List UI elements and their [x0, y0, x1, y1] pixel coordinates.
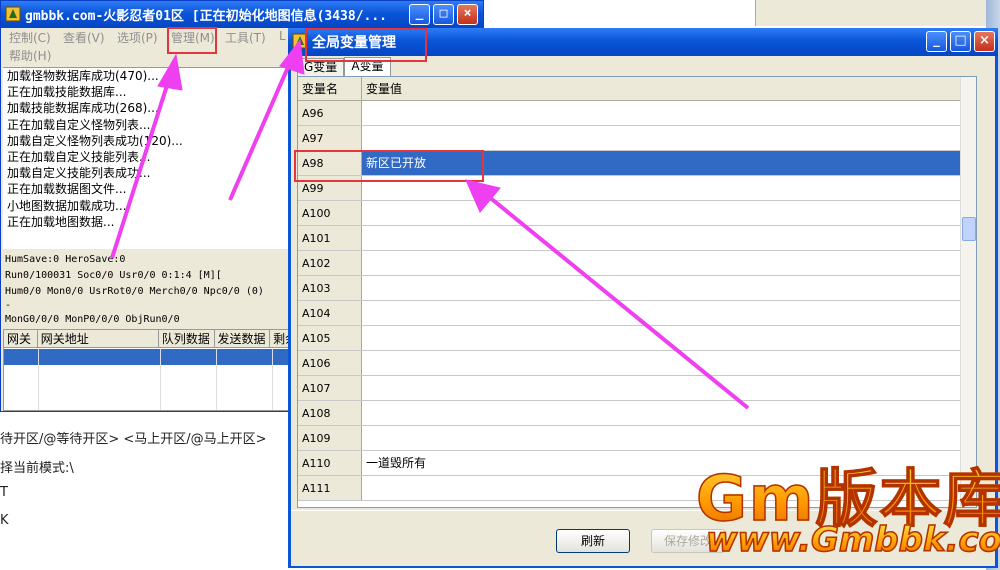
- background-text-line: 择当前模式:\: [0, 461, 74, 476]
- log-line: 正在加载自定义技能列表...: [7, 149, 151, 164]
- main-window-titlebar[interactable]: gmbbk.com-火影忍者01区 [正在初始化地图信息(3438/... _ …: [1, 1, 483, 28]
- row-name: A103: [298, 276, 362, 300]
- row-name: A104: [298, 301, 362, 325]
- gateway-col-header[interactable]: 网关地址: [38, 330, 159, 347]
- row-value[interactable]: [362, 126, 976, 150]
- row-name: A106: [298, 351, 362, 375]
- status-line: Run0/100031 Soc0/0 Usr0/0 0:1:4 [M][: [5, 270, 222, 281]
- menu-help[interactable]: 帮助(H): [9, 47, 51, 64]
- row-name: A109: [298, 426, 362, 450]
- background-text-line: T: [0, 485, 8, 500]
- table-row[interactable]: A106: [298, 351, 976, 376]
- maximize-button[interactable]: □: [433, 4, 454, 25]
- close-button[interactable]: ×: [974, 31, 995, 52]
- maximize-button[interactable]: □: [950, 31, 971, 52]
- gateway-col-header[interactable]: 网关: [4, 330, 38, 347]
- status-pane: HumSave:0 HeroSave:0 Run0/100031 Soc0/0 …: [3, 251, 293, 329]
- log-line: 正在加载技能数据库...: [7, 85, 127, 100]
- row-name: A111: [298, 476, 362, 500]
- row-name: A97: [298, 126, 362, 150]
- status-line: HumSave:0 HeroSave:0: [5, 254, 126, 265]
- gateway-grid-line: [160, 349, 161, 410]
- row-value[interactable]: [362, 351, 976, 375]
- table-row[interactable]: A104: [298, 301, 976, 326]
- minimize-button[interactable]: _: [409, 4, 430, 25]
- background-window-strip: [755, 0, 1000, 26]
- gateway-col-header[interactable]: 发送数据: [215, 330, 271, 347]
- menu-control[interactable]: 控制(C): [9, 29, 51, 46]
- log-line: 加载怪物数据库成功(470)...: [7, 69, 159, 83]
- close-button[interactable]: ×: [457, 4, 478, 25]
- row-value[interactable]: [362, 276, 976, 300]
- table-row[interactable]: A101: [298, 226, 976, 251]
- log-pane[interactable]: 加载怪物数据库成功(470)... 正在加载技能数据库... 加载技能数据库成功…: [3, 67, 293, 249]
- row-value[interactable]: [362, 376, 976, 400]
- app-icon: [5, 6, 21, 22]
- row-value[interactable]: [362, 101, 976, 125]
- row-name: A110: [298, 451, 362, 475]
- grid-scrollbar[interactable]: [960, 77, 976, 507]
- table-row[interactable]: A96: [298, 101, 976, 126]
- row-value[interactable]: [362, 426, 976, 450]
- gateway-selected-row[interactable]: [4, 349, 292, 365]
- row-name: A108: [298, 401, 362, 425]
- row-value[interactable]: [362, 201, 976, 225]
- header-variable-name[interactable]: 变量名: [298, 77, 362, 100]
- status-line: Hum0/0 Mon0/0 UsrRot0/0 Merch0/0 Npc0/0 …: [5, 286, 264, 297]
- menubar: 控制(C) 查看(V) 选项(P) 管理(M) 工具(T) L 帮助(H): [3, 29, 293, 65]
- log-line: 正在加载地图数据...: [7, 214, 115, 229]
- gateway-grid-line: [272, 349, 273, 410]
- status-line: -: [5, 300, 12, 311]
- log-line: 正在加载自定义怪物列表...: [7, 117, 151, 132]
- highlight-box-window-title: [305, 28, 427, 62]
- watermark-url: www.Gmbbk.com: [705, 519, 1000, 561]
- table-row[interactable]: A100: [298, 201, 976, 226]
- log-line: 正在加载数据图文件...: [7, 182, 127, 197]
- gateway-grid-line: [216, 349, 217, 410]
- row-name: A102: [298, 251, 362, 275]
- table-row[interactable]: A97: [298, 126, 976, 151]
- row-name: A105: [298, 326, 362, 350]
- grid-header: 变量名 变量值: [298, 77, 976, 101]
- highlight-box-menu-manage: [167, 27, 217, 54]
- minimize-button[interactable]: _: [926, 31, 947, 52]
- header-variable-value[interactable]: 变量值: [362, 77, 976, 100]
- table-row[interactable]: A108: [298, 401, 976, 426]
- background-text-line: 待开区/@等待开区> <马上开区/@马上开区>: [0, 432, 267, 447]
- gateway-table[interactable]: 网关 网关地址 队列数据 发送数据 剩余: [3, 329, 293, 411]
- row-name: A101: [298, 226, 362, 250]
- gateway-table-header: 网关 网关地址 队列数据 发送数据 剩余: [4, 330, 292, 348]
- row-name: A100: [298, 201, 362, 225]
- log-line: 小地图数据加载成功...: [7, 198, 127, 213]
- row-value[interactable]: [362, 326, 976, 350]
- row-value[interactable]: [362, 401, 976, 425]
- row-value[interactable]: [362, 226, 976, 250]
- variable-grid[interactable]: 变量名 变量值 A96 A97 A98 新区已开放 A99 A100 A101 A…: [297, 76, 977, 508]
- table-row[interactable]: A105: [298, 326, 976, 351]
- row-value[interactable]: [362, 251, 976, 275]
- menu-view[interactable]: 查看(V): [63, 29, 105, 46]
- menu-partial[interactable]: L: [279, 29, 286, 43]
- table-row[interactable]: A102: [298, 251, 976, 276]
- table-row[interactable]: A107: [298, 376, 976, 401]
- gateway-grid-line: [38, 349, 39, 410]
- menu-tools[interactable]: 工具(T): [225, 29, 266, 46]
- scrollbar-thumb[interactable]: [962, 217, 976, 241]
- gateway-col-header[interactable]: 队列数据: [159, 330, 215, 347]
- main-window-title: gmbbk.com-火影忍者01区 [正在初始化地图信息(3438/...: [25, 9, 388, 24]
- refresh-button[interactable]: 刷新: [556, 529, 630, 553]
- row-name: A107: [298, 376, 362, 400]
- table-row[interactable]: A103: [298, 276, 976, 301]
- row-name: A96: [298, 101, 362, 125]
- status-line: MonG0/0/0 MonP0/0/0 ObjRun0/0: [5, 314, 180, 325]
- row-value[interactable]: [362, 301, 976, 325]
- menu-options[interactable]: 选项(P): [117, 29, 158, 46]
- background-text-line: K: [0, 513, 9, 528]
- log-line: 加载自定义技能列表成功...: [7, 166, 151, 181]
- highlight-box-selected-row: [294, 150, 484, 182]
- log-line: 加载技能数据库成功(268)...: [7, 101, 159, 116]
- log-line: 加载自定义怪物列表成功(120)...: [7, 133, 183, 148]
